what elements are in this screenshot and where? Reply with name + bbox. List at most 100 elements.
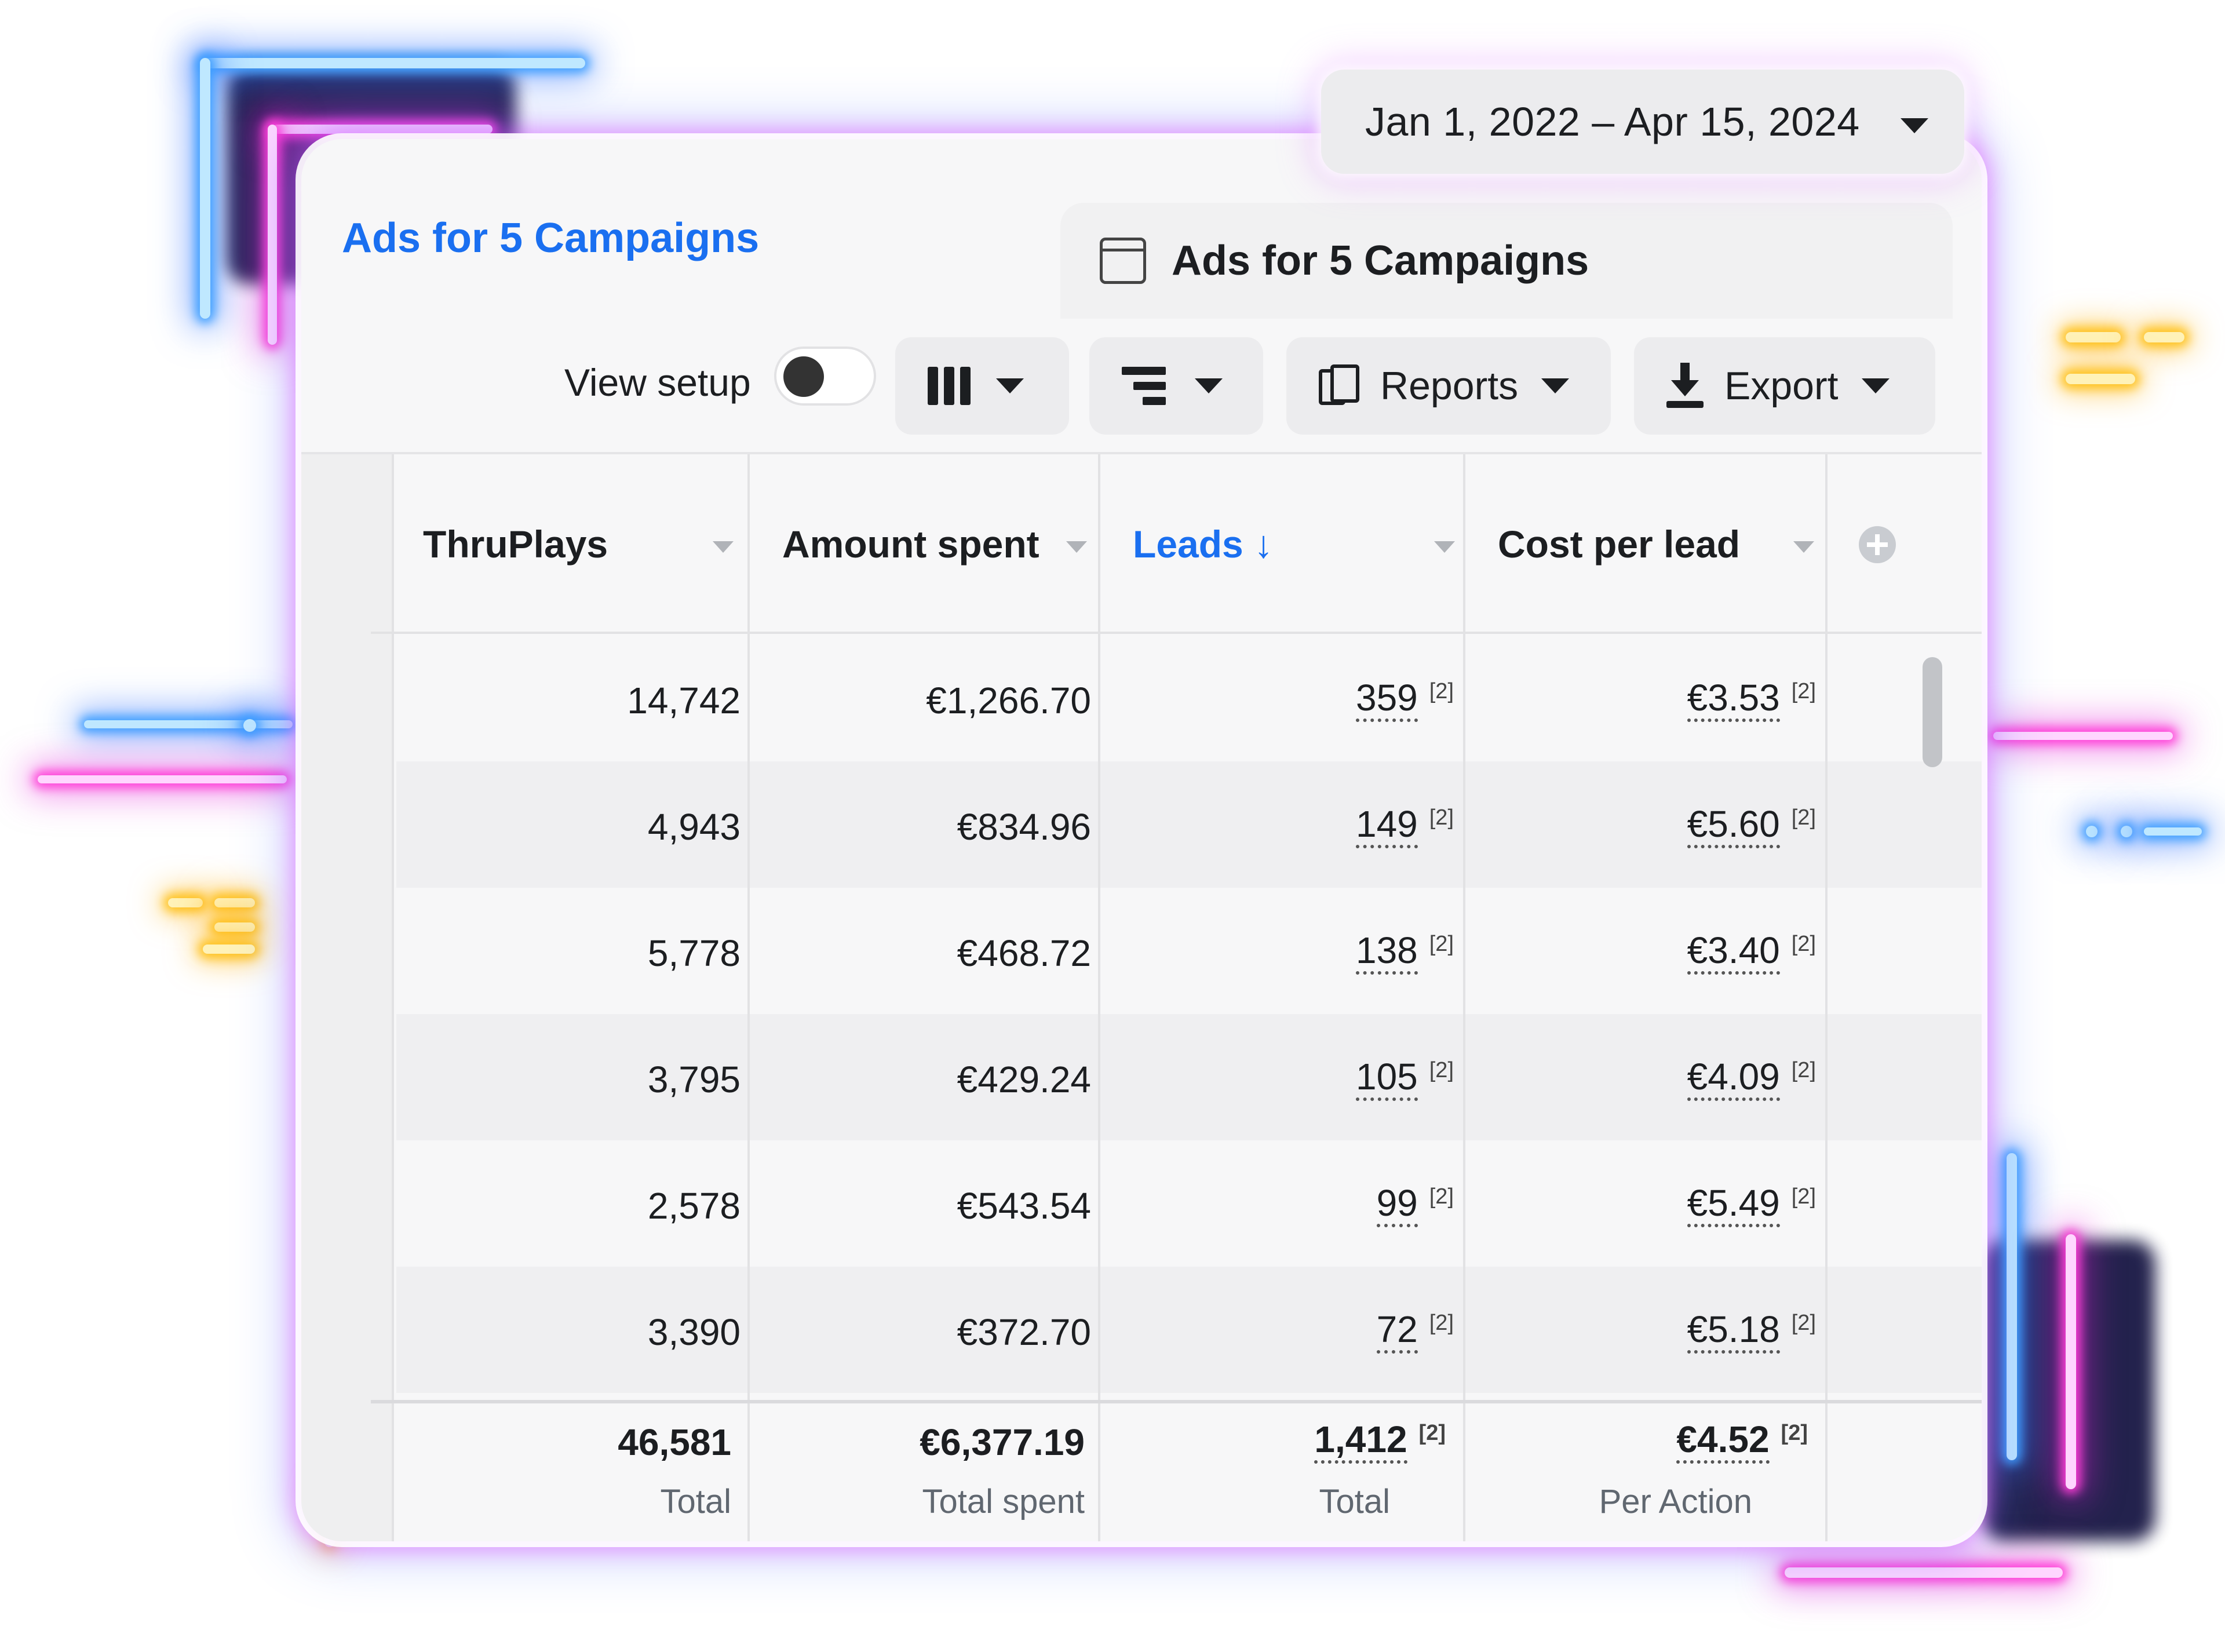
campaigns-breadcrumb-link[interactable]: Ads for 5 Campaigns: [342, 214, 759, 262]
chevron-down-icon: [1195, 378, 1223, 393]
total-label: Total spent: [922, 1483, 1085, 1520]
view-setup-label: View setup: [564, 361, 751, 404]
total-label: Per Action: [1599, 1483, 1752, 1520]
total-thruplays: 46,581 Total: [423, 1410, 731, 1541]
cell-value[interactable]: €5.18: [1687, 1311, 1780, 1354]
footnote-marker: [2]: [1418, 1420, 1446, 1445]
table-cell-leads: 149 [2]: [1106, 764, 1454, 890]
column-header-thruplays[interactable]: ThruPlays: [423, 454, 747, 634]
table-cell-cost-per-lead: €3.53 [2]: [1468, 637, 1816, 764]
table-cell-amount-spent: €834.96: [755, 764, 1091, 890]
chevron-down-icon: [1861, 378, 1890, 393]
footnote-marker: [2]: [1791, 1184, 1816, 1209]
columns-icon: [928, 367, 971, 405]
footnote-marker: [2]: [1429, 1310, 1454, 1335]
table-cell-amount-spent: €543.54: [755, 1143, 1091, 1269]
table-cell-amount-spent: €468.72: [755, 890, 1091, 1016]
cell-value[interactable]: €5.49: [1687, 1184, 1780, 1227]
total-leads: 1,412 [2] Total: [1118, 1410, 1446, 1541]
chevron-down-icon: [996, 378, 1024, 393]
download-icon: [1666, 363, 1704, 409]
table-scrollbar[interactable]: [1923, 657, 1942, 767]
cell-value[interactable]: 149: [1355, 805, 1418, 848]
total-amount-spent: €6,377.19 Total spent: [765, 1410, 1085, 1541]
cell-value: 4,943: [647, 806, 741, 848]
chevron-down-icon: [1901, 118, 1928, 133]
footnote-marker: [2]: [1791, 931, 1816, 956]
tab-label: Ads for 5 Campaigns: [1172, 238, 1589, 284]
reports-label: Reports: [1380, 364, 1519, 408]
view-setup-toggle[interactable]: [774, 347, 876, 406]
cell-value[interactable]: €3.53: [1687, 679, 1780, 722]
total-value: €6,377.19: [920, 1421, 1085, 1463]
table-cell-amount-spent: €429.24: [755, 1016, 1091, 1143]
cell-value[interactable]: 138: [1355, 932, 1418, 975]
footnote-marker: [2]: [1791, 1310, 1816, 1335]
column-header-cost-per-lead[interactable]: Cost per lead: [1498, 454, 1825, 634]
cell-value[interactable]: €3.40: [1687, 932, 1780, 975]
tab-ads-for-campaigns[interactable]: Ads for 5 Campaigns: [1060, 203, 1953, 319]
total-value[interactable]: €4.52: [1676, 1421, 1770, 1464]
sort-caret-icon[interactable]: [713, 541, 734, 553]
footnote-marker: [2]: [1429, 679, 1454, 703]
footnote-marker: [2]: [1791, 1057, 1816, 1082]
column-header-leads[interactable]: Leads ↓: [1133, 454, 1463, 634]
table-cell-cost-per-lead: €5.18 [2]: [1468, 1269, 1816, 1395]
sort-caret-icon[interactable]: [1066, 541, 1087, 553]
cell-value: 3,390: [647, 1311, 741, 1353]
cell-value[interactable]: 105: [1355, 1058, 1418, 1101]
results-table: ThruPlays Amount spent Leads ↓ Cost per …: [301, 452, 1982, 1541]
export-label: Export: [1724, 364, 1839, 408]
cell-value[interactable]: €4.09: [1687, 1058, 1780, 1101]
cell-value: 5,778: [647, 932, 741, 974]
total-cost-per-lead: €4.52 [2] Per Action: [1483, 1410, 1808, 1541]
table-cell-thruplays: 14,742: [416, 637, 741, 764]
chevron-down-icon: [1541, 378, 1570, 393]
table-cell-thruplays: 2,578: [416, 1143, 741, 1269]
ads-manager-panel: Ads for 5 Campaigns Ads for 5 Campaigns …: [301, 139, 1982, 1541]
footnote-marker: [2]: [1429, 1057, 1454, 1082]
table-cell-amount-spent: €1,266.70: [755, 637, 1091, 764]
reports-button[interactable]: Reports: [1286, 337, 1611, 435]
sort-caret-icon[interactable]: [1793, 541, 1814, 553]
table-cell-leads: 99 [2]: [1106, 1143, 1454, 1269]
toolbar: View setup Reports Export: [301, 330, 1982, 435]
table-cell-cost-per-lead: €4.09 [2]: [1468, 1016, 1816, 1143]
total-value[interactable]: 1,412: [1314, 1421, 1407, 1464]
table-cell-leads: 359 [2]: [1106, 637, 1454, 764]
table-cell-cost-per-lead: €5.49 [2]: [1468, 1143, 1816, 1269]
toggle-knob: [783, 356, 824, 397]
table-cell-amount-spent: €372.70: [755, 1269, 1091, 1395]
cell-value: 14,742: [627, 680, 741, 721]
export-button[interactable]: Export: [1634, 337, 1935, 435]
cell-value[interactable]: 359: [1355, 679, 1418, 722]
breakdown-icon: [1122, 367, 1166, 405]
cell-value: 3,795: [647, 1059, 741, 1100]
table-cell-thruplays: 3,390: [416, 1269, 741, 1395]
window-icon: [1100, 238, 1146, 284]
date-range-picker[interactable]: Jan 1, 2022 – Apr 15, 2024: [1321, 70, 1964, 174]
total-value: 46,581: [618, 1421, 731, 1463]
cell-value: €372.70: [957, 1311, 1091, 1353]
breakdown-button[interactable]: [1089, 337, 1263, 435]
add-column-icon[interactable]: [1859, 526, 1896, 563]
cell-value: 2,578: [647, 1185, 741, 1227]
total-label: Total: [660, 1483, 731, 1520]
sort-caret-icon[interactable]: [1434, 541, 1455, 553]
cell-value: €543.54: [957, 1185, 1091, 1227]
cell-value[interactable]: 99: [1376, 1184, 1418, 1227]
table-cell-thruplays: 5,778: [416, 890, 741, 1016]
columns-button[interactable]: [895, 337, 1069, 435]
footnote-marker: [2]: [1781, 1420, 1808, 1445]
date-range-label: Jan 1, 2022 – Apr 15, 2024: [1365, 99, 1860, 144]
cell-value: €1,266.70: [926, 680, 1091, 721]
table-cell-leads: 105 [2]: [1106, 1016, 1454, 1143]
cell-value[interactable]: 72: [1376, 1311, 1418, 1354]
table-cell-thruplays: 4,943: [416, 764, 741, 890]
table-cell-cost-per-lead: €3.40 [2]: [1468, 890, 1816, 1016]
column-header-amount-spent[interactable]: Amount spent: [782, 454, 1098, 634]
cell-value: €468.72: [957, 932, 1091, 974]
table-cell-cost-per-lead: €5.60 [2]: [1468, 764, 1816, 890]
total-label: Total: [1319, 1483, 1390, 1520]
cell-value[interactable]: €5.60: [1687, 805, 1780, 848]
